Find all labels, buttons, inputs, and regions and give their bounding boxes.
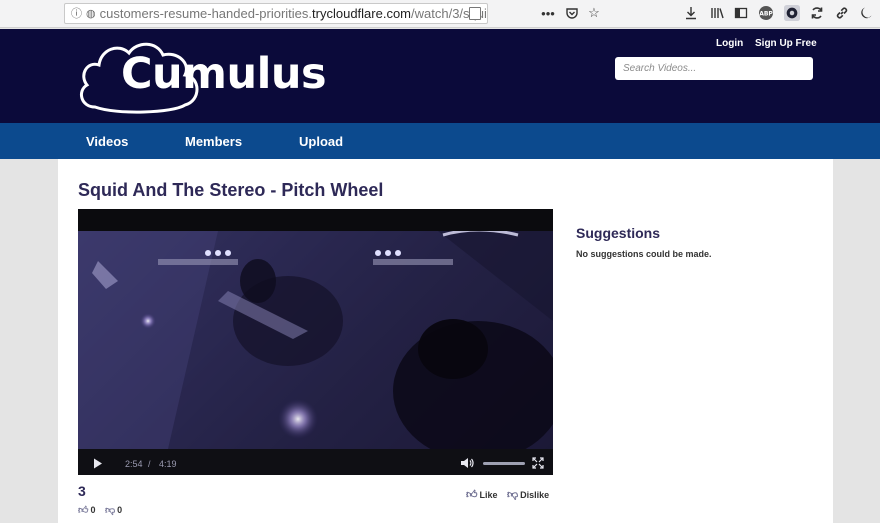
dislike-count: 0: [117, 505, 123, 515]
volume-slider[interactable]: [483, 462, 525, 465]
info-icon[interactable]: ⓘ: [71, 8, 82, 20]
reader-view-icon[interactable]: [469, 7, 481, 20]
video-player[interactable]: 2:54 / 4:19: [78, 209, 553, 475]
sync-icon[interactable]: [809, 5, 825, 21]
like-tally: 👍︎ 0: [78, 504, 95, 516]
nav-item-members[interactable]: Members: [185, 134, 242, 149]
video-title: Squid And The Stereo - Pitch Wheel: [78, 180, 384, 200]
tracking-protection-icon[interactable]: ◍: [86, 8, 96, 20]
fullscreen-icon[interactable]: [532, 456, 544, 474]
thumbs-up-icon: 👍︎: [466, 489, 478, 501]
link-icon[interactable]: [834, 5, 850, 21]
video-frame[interactable]: [78, 231, 553, 449]
sidebar-icon[interactable]: [733, 5, 749, 21]
moon-icon[interactable]: [858, 5, 874, 21]
like-label: Like: [479, 489, 498, 500]
login-link[interactable]: Login: [716, 38, 743, 49]
dislike-tally: 👎︎ 0: [105, 504, 122, 516]
bookmark-star-icon[interactable]: ☆: [586, 5, 602, 21]
suggestions-empty-text: No suggestions could be made.: [576, 249, 712, 259]
downloads-icon[interactable]: [683, 5, 699, 21]
search-input[interactable]: [615, 57, 813, 80]
pocket-icon[interactable]: [564, 5, 580, 21]
like-count: 0: [90, 505, 96, 515]
site-header: Cumulus Login Sign Up Free: [0, 29, 880, 123]
duration: 4:19: [159, 459, 177, 469]
thumbs-up-small-icon: 👍︎: [78, 505, 89, 516]
player-controls: 2:54 / 4:19: [78, 449, 553, 475]
nav-item-videos[interactable]: Videos: [86, 134, 128, 149]
nav-item-upload[interactable]: Upload: [299, 134, 343, 149]
signup-link[interactable]: Sign Up Free: [755, 38, 817, 49]
volume-icon[interactable]: [460, 456, 474, 474]
adblock-icon[interactable]: ABP: [758, 5, 774, 21]
library-icon[interactable]: [709, 5, 725, 21]
more-actions-icon[interactable]: •••: [540, 5, 556, 21]
browser-toolbar: ⓘ ◍ customers-resume-handed-priorities. t…: [0, 0, 880, 28]
url-prefix: customers-resume-handed-priorities.: [99, 6, 313, 21]
play-icon[interactable]: [93, 456, 103, 474]
main-nav: Videos Members Upload: [0, 123, 880, 159]
address-bar[interactable]: ⓘ ◍ customers-resume-handed-priorities. t…: [64, 3, 488, 24]
thumbs-down-small-icon: 👎︎: [105, 505, 116, 516]
video-frame-image: [78, 231, 553, 449]
suggestions-title: Suggestions: [576, 225, 661, 241]
dislike-button[interactable]: 👎︎ Dislike: [507, 488, 549, 501]
extension-icon[interactable]: [784, 5, 800, 21]
view-count: 3: [78, 483, 86, 499]
logo-text: Cumulus: [121, 49, 327, 99]
like-button[interactable]: 👍︎ Like: [466, 488, 498, 501]
dislike-label: Dislike: [520, 489, 550, 500]
current-time: 2:54: [125, 459, 143, 469]
site-logo[interactable]: Cumulus: [77, 35, 327, 119]
thumbs-down-icon: 👎︎: [507, 489, 519, 501]
time-separator: /: [148, 459, 151, 469]
url-host: trycloudflare.com: [312, 6, 412, 21]
main-content: Squid And The Stereo - Pitch Wheel 2:54 …: [58, 159, 833, 523]
svg-text:ABP: ABP: [759, 11, 773, 18]
